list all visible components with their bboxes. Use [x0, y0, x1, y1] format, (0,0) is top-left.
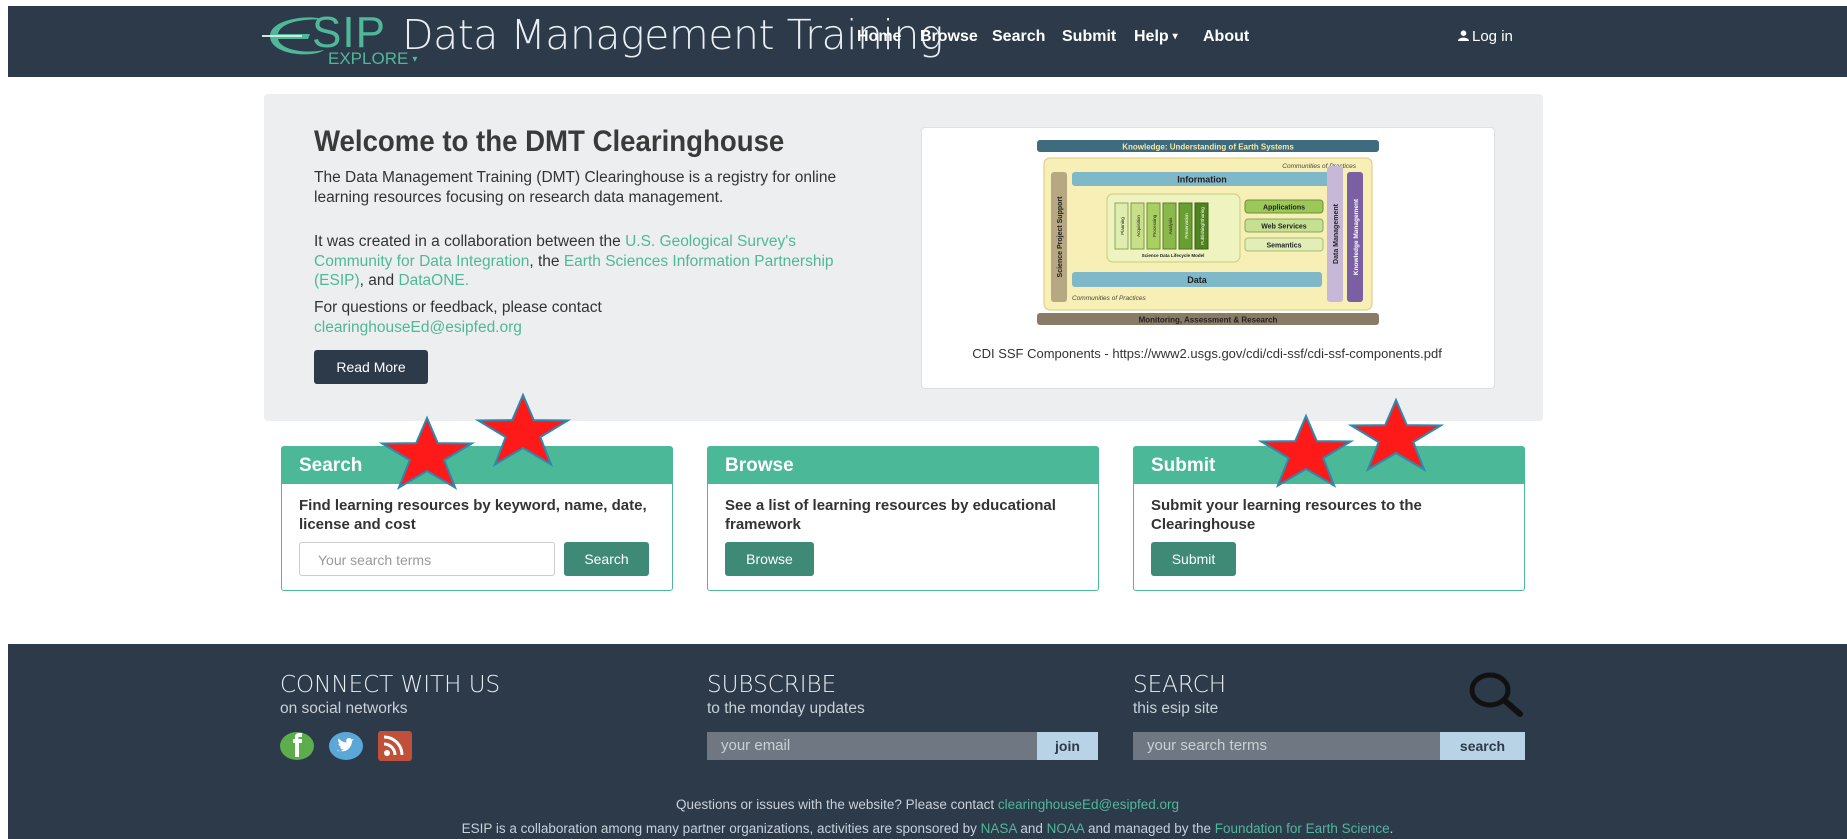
star-icon [1347, 397, 1445, 472]
footer-sponsor-text: and managed by the [1084, 821, 1215, 836]
subscribe-subtitle: to the monday updates [707, 700, 865, 717]
footer-search-subtitle: this esip site [1133, 700, 1219, 717]
connect-title: CONNECT WITH US [280, 672, 501, 698]
footer-sponsor-text: ESIP is a collaboration among many partn… [461, 821, 981, 836]
join-button[interactable]: join [1037, 732, 1098, 760]
connect-subtitle: on social networks [280, 700, 408, 717]
footer-sponsor-line: ESIP is a collaboration among many partn… [8, 821, 1847, 837]
magnifier-icon [1469, 672, 1523, 717]
footer-contact-email-link[interactable]: clearinghouseEd@esipfed.org [998, 797, 1179, 812]
subscribe-title: SUBSCRIBE [707, 672, 837, 698]
star-icon [378, 415, 476, 490]
nasa-link[interactable]: NASA [981, 821, 1017, 836]
subscribe-email-input[interactable]: your email [707, 732, 1037, 760]
star-icon [474, 392, 572, 467]
footer-sponsor-text: . [1389, 821, 1394, 836]
foundation-link[interactable]: Foundation for Earth Science [1215, 821, 1390, 836]
footer-search-input[interactable]: your search terms [1133, 732, 1440, 760]
rss-icon[interactable] [378, 731, 412, 761]
star-icon [1257, 413, 1355, 488]
noaa-link[interactable]: NOAA [1047, 821, 1085, 836]
twitter-icon[interactable] [329, 731, 363, 761]
footer-sponsor-text: and [1016, 821, 1047, 836]
footer-search-button[interactable]: search [1440, 732, 1525, 760]
footer-search-title: SEARCH [1133, 672, 1227, 698]
facebook-icon[interactable] [280, 731, 314, 761]
footer-contact-line: Questions or issues with the website? Pl… [8, 797, 1847, 813]
footer-contact-text: Questions or issues with the website? Pl… [676, 797, 998, 812]
